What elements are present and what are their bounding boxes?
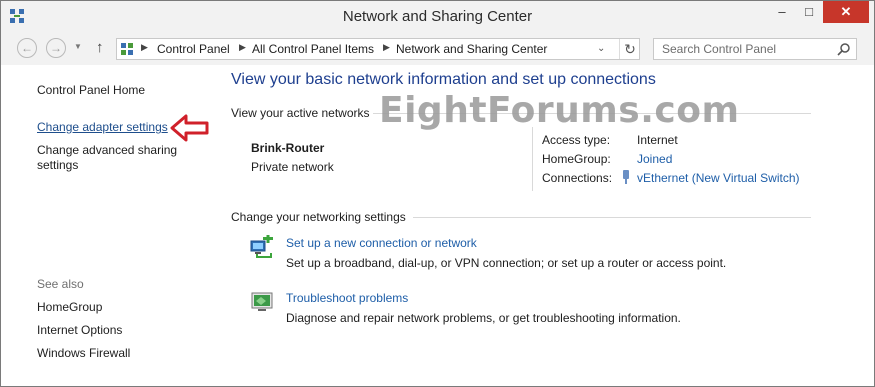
troubleshoot-link[interactable]: Troubleshoot problems bbox=[286, 291, 408, 305]
breadcrumb-network-center[interactable]: Network and Sharing Center bbox=[396, 42, 547, 56]
homegroup-link[interactable]: Joined bbox=[637, 152, 672, 166]
access-type-label: Access type: bbox=[542, 133, 611, 147]
troubleshoot-desc: Diagnose and repair network problems, or… bbox=[286, 311, 681, 325]
navigation-bar: ← → ▼ ↑ ▶ Control Panel ▶ All Control Pa… bbox=[1, 33, 874, 65]
chevron-down-icon[interactable]: ⌄ bbox=[597, 43, 605, 54]
breadcrumb-separator-icon: ▶ bbox=[239, 42, 246, 52]
search-placeholder: Search Control Panel bbox=[662, 42, 777, 56]
active-networks-label: View your active networks bbox=[231, 106, 370, 120]
sidebar-item-adapter-settings[interactable]: Change adapter settings bbox=[37, 120, 168, 134]
ethernet-icon bbox=[623, 170, 629, 184]
see-also-windows-firewall[interactable]: Windows Firewall bbox=[37, 346, 130, 360]
connections-label: Connections: bbox=[542, 171, 613, 185]
maximize-button[interactable]: □ bbox=[796, 1, 822, 23]
title-bar: Network and Sharing Center – □ ✕ bbox=[1, 1, 874, 33]
forward-button[interactable]: → bbox=[46, 38, 66, 58]
minimize-button[interactable]: – bbox=[769, 1, 795, 23]
red-arrow-icon bbox=[170, 114, 209, 142]
breadcrumb-control-panel[interactable]: Control Panel bbox=[157, 42, 230, 56]
change-settings-label: Change your networking settings bbox=[231, 210, 406, 224]
window: Network and Sharing Center – □ ✕ ← → ▼ ↑… bbox=[0, 0, 875, 387]
address-bar[interactable]: ▶ Control Panel ▶ All Control Panel Item… bbox=[116, 38, 640, 60]
connection-link[interactable]: vEthernet (New Virtual Switch) bbox=[637, 171, 800, 185]
refresh-icon[interactable]: ↻ bbox=[619, 39, 640, 59]
control-panel-icon bbox=[121, 43, 133, 55]
homegroup-label: HomeGroup: bbox=[542, 152, 611, 166]
sidebar-item-home[interactable]: Control Panel Home bbox=[37, 83, 145, 97]
divider bbox=[532, 127, 533, 191]
page-title: View your basic network information and … bbox=[231, 71, 656, 88]
see-also-internet-options[interactable]: Internet Options bbox=[37, 323, 122, 337]
watermark-logo: EightForums.com bbox=[379, 90, 740, 131]
back-button[interactable]: ← bbox=[17, 38, 37, 58]
sidebar-item-advanced-sharing[interactable]: Change advanced sharing settings bbox=[37, 143, 187, 173]
search-icon[interactable] bbox=[837, 42, 851, 56]
see-also-label: See also bbox=[37, 277, 84, 291]
breadcrumb-separator-icon: ▶ bbox=[141, 42, 148, 52]
network-type: Private network bbox=[251, 160, 334, 174]
recent-locations-icon[interactable]: ▼ bbox=[74, 42, 82, 51]
setup-connection-desc: Set up a broadband, dial-up, or VPN conn… bbox=[286, 256, 727, 270]
see-also-homegroup[interactable]: HomeGroup bbox=[37, 300, 102, 314]
up-button[interactable]: ↑ bbox=[96, 39, 104, 56]
access-type-value: Internet bbox=[637, 133, 678, 147]
divider bbox=[413, 217, 811, 218]
troubleshoot-icon bbox=[251, 292, 273, 311]
close-button[interactable]: ✕ bbox=[823, 1, 869, 23]
breadcrumb-all-items[interactable]: All Control Panel Items bbox=[252, 42, 374, 56]
new-connection-icon bbox=[250, 235, 273, 258]
window-title: Network and Sharing Center bbox=[342, 8, 533, 25]
search-input[interactable]: Search Control Panel bbox=[653, 38, 857, 60]
breadcrumb-separator-icon: ▶ bbox=[383, 42, 390, 52]
setup-connection-link[interactable]: Set up a new connection or network bbox=[286, 236, 477, 250]
network-name: Brink-Router bbox=[251, 141, 325, 155]
